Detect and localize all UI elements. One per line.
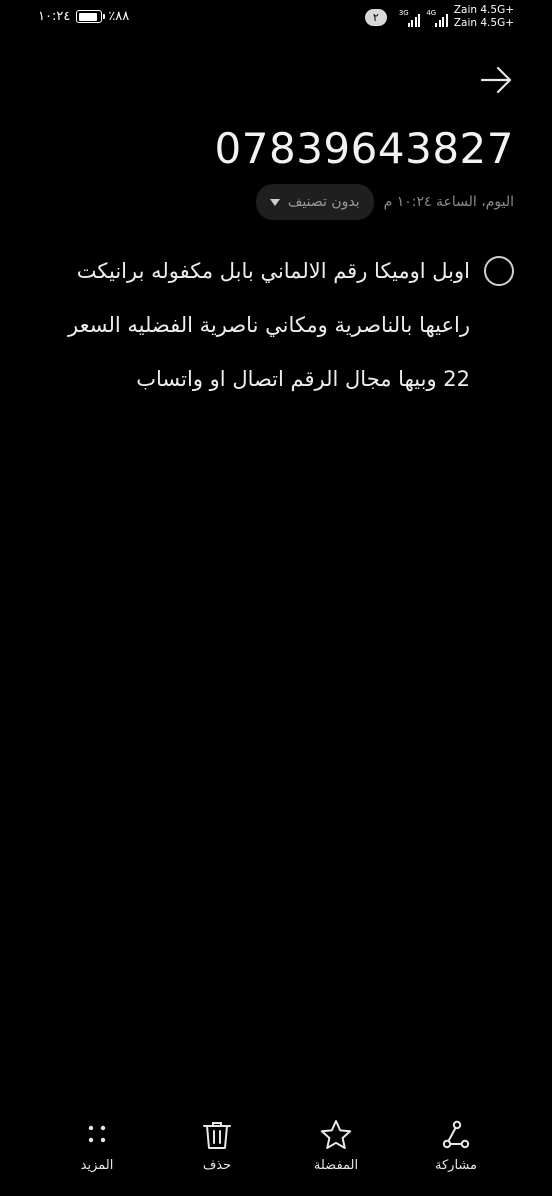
category-label: بدون تصنيف xyxy=(287,194,360,210)
note-body-text[interactable]: اوبل اوميكا رقم الالماني بابل مكفوله برا… xyxy=(54,244,470,406)
note-checklist-item: اوبل اوميكا رقم الالماني بابل مكفوله برا… xyxy=(44,250,514,406)
status-bar: ١٠:٢٤ ٪٨٨ ٢ 3G 4G Zain 4.5G+ Zain 4.5G+ xyxy=(0,0,552,36)
more-button[interactable]: المزيد xyxy=(57,1118,137,1173)
carrier-2: Zain 4.5G+ xyxy=(453,17,514,29)
note-date: اليوم، الساعة ١٠:٢٤ م xyxy=(383,194,514,210)
share-button[interactable]: مشاركة xyxy=(416,1118,496,1173)
sim1-signal-icon: 3G xyxy=(399,7,421,27)
notification-badge: ٢ xyxy=(364,8,387,26)
dropdown-arrow-icon xyxy=(269,198,280,206)
star-icon xyxy=(320,1120,352,1149)
bottom-toolbar: مشاركة المفضلة حذف المزيد xyxy=(0,1118,552,1184)
share-icon xyxy=(442,1120,470,1149)
sim2-network-type: 4G xyxy=(426,9,437,17)
more-label: المزيد xyxy=(80,1158,114,1173)
status-left: ١٠:٢٤ ٪٨٨ xyxy=(38,9,129,24)
checkbox-circle[interactable] xyxy=(484,256,514,286)
category-dropdown[interactable]: بدون تصنيف xyxy=(255,184,374,220)
status-right: ٢ 3G 4G Zain 4.5G+ Zain 4.5G+ xyxy=(364,4,514,30)
note-meta: اليوم، الساعة ١٠:٢٤ م بدون تصنيف xyxy=(255,184,514,220)
battery-fill xyxy=(78,12,98,21)
back-button[interactable] xyxy=(478,62,514,98)
sim2-signal-icon: 4G xyxy=(426,7,448,27)
favorite-label: المفضلة xyxy=(313,1158,359,1173)
delete-button[interactable]: حذف xyxy=(177,1118,257,1173)
note-title[interactable]: 07839643827 xyxy=(215,124,514,173)
more-dots-icon xyxy=(88,1125,106,1143)
trash-icon xyxy=(203,1122,231,1149)
carrier-1: Zain 4.5G+ xyxy=(453,4,514,16)
share-label: مشاركة xyxy=(435,1158,477,1173)
battery-icon xyxy=(76,10,106,23)
favorite-button[interactable]: المفضلة xyxy=(296,1118,376,1173)
carrier-names: Zain 4.5G+ Zain 4.5G+ xyxy=(454,4,514,30)
arrow-right-icon xyxy=(480,66,512,94)
battery-percent: ٪٨٨ xyxy=(108,9,130,24)
sim1-network-type: 3G xyxy=(398,9,409,17)
delete-label: حذف xyxy=(202,1158,232,1173)
status-time: ١٠:٢٤ xyxy=(38,9,71,24)
